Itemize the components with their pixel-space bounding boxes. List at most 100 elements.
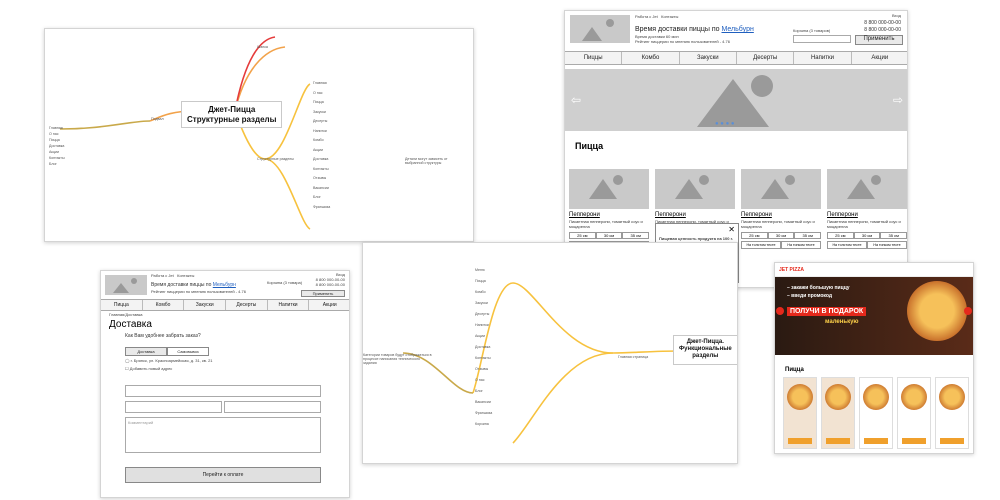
menu-item[interactable]: Напитки <box>268 300 310 310</box>
size-option[interactable]: 35 см <box>622 232 650 239</box>
pizza-image <box>787 384 813 410</box>
cart-link[interactable]: Корзина (3 товаров) <box>793 28 830 33</box>
apply-button[interactable]: Применить <box>301 290 345 297</box>
menu-item[interactable]: Комбо <box>622 52 680 64</box>
add-address-label: Добавить новый адрес <box>129 366 173 371</box>
crust-option[interactable]: На тонком тесте <box>781 241 821 249</box>
product-name[interactable]: Пепперони <box>741 212 821 218</box>
order-button[interactable] <box>864 438 888 444</box>
address-field-1[interactable] <box>125 385 321 397</box>
delivery-time-title: Время доставки пиццы по <box>635 26 720 33</box>
menu-item[interactable]: Акции <box>852 52 907 64</box>
section-leaf: Вакансии <box>313 185 329 190</box>
size-option[interactable]: 25 см <box>827 232 854 239</box>
functional-leaf: Десерты <box>475 312 490 316</box>
size-option[interactable]: 30 см <box>767 232 795 239</box>
product-desc: Пикантная пепперони, томатный соус и моц… <box>827 219 901 229</box>
promo-line1: – закажи большую пиццу <box>787 285 850 291</box>
menu-item[interactable]: Пицца <box>101 300 143 310</box>
promo-section-title: Пицца <box>785 367 804 373</box>
section-leaf: Главная <box>313 81 327 85</box>
product-image[interactable] <box>741 169 821 209</box>
functional-center-node: Джет-Пицца. Функциональные разделы <box>673 335 737 365</box>
functional-center-line2: Функциональные <box>679 346 732 353</box>
functional-leaf: Закуски <box>475 301 488 305</box>
nav-contacts-link[interactable]: Контакты <box>661 14 678 19</box>
nav-contacts-link[interactable]: Контакты <box>177 273 194 278</box>
promo-pizza-card[interactable] <box>935 377 969 449</box>
hero-next-arrow[interactable] <box>964 307 972 315</box>
product-name[interactable]: Пепперони <box>827 212 907 218</box>
promo-hero: – закажи большую пиццу – введи промокод … <box>775 277 973 355</box>
functional-leaf: Отзывы <box>475 367 489 371</box>
breadcrumb[interactable]: Главная/Доставка <box>109 312 143 317</box>
order-button[interactable] <box>788 438 812 444</box>
promo-input[interactable] <box>793 35 851 43</box>
address-field-2[interactable] <box>125 401 222 413</box>
product-name[interactable]: Пепперони <box>569 212 649 218</box>
section-leaf: Отзывы <box>313 176 327 180</box>
enter-link[interactable]: Вход <box>892 13 901 18</box>
city-link[interactable]: Мельбурн <box>213 282 236 288</box>
product-image[interactable] <box>569 169 649 209</box>
nav-work-link[interactable]: Работа с Jet <box>151 273 174 278</box>
promo-gift-sub: маленькую <box>825 319 859 325</box>
promo-line2: – введи промокод <box>787 293 833 299</box>
proceed-payment-button[interactable]: Перейти к оплате <box>125 467 321 483</box>
menu-item[interactable]: Закуски <box>680 52 737 64</box>
hero-next-arrow[interactable]: ⇨ <box>893 93 903 107</box>
crust-option[interactable]: На тонком тесте <box>867 241 907 249</box>
mindmap-center-line1: Джет-Пицца <box>208 105 256 114</box>
functional-note: Категории товаров будут отображаться в п… <box>363 353 432 365</box>
hero-banner: ⇦ ⇨ ● ● ● ● <box>565 69 907 131</box>
brand-logo[interactable]: JET PIZZA <box>779 267 804 273</box>
order-button[interactable] <box>826 438 850 444</box>
promo-site-panel: JET PIZZA – закажи большую пиццу – введи… <box>774 262 974 454</box>
hero-dots[interactable]: ● ● ● ● <box>715 121 735 127</box>
structural-note: Детали могут зависеть от выбранной струк… <box>405 157 448 165</box>
promo-gift-banner: ПОЛУЧИ В ПОДАРОК <box>787 307 867 316</box>
size-option[interactable]: 35 см <box>880 232 907 239</box>
crust-option[interactable]: На толстом тесте <box>827 241 867 249</box>
promo-pizza-card[interactable] <box>783 377 817 449</box>
menu-item[interactable]: Закуски <box>184 300 227 310</box>
promo-pizza-card[interactable] <box>821 377 855 449</box>
popup-close-icon[interactable]: ✕ <box>728 225 735 234</box>
size-option[interactable]: 30 см <box>595 232 623 239</box>
address-field-3[interactable] <box>224 401 321 413</box>
size-option[interactable]: 30 см <box>853 232 881 239</box>
cart-link[interactable]: Корзина (3 товара) <box>267 280 302 285</box>
order-button[interactable] <box>902 438 926 444</box>
menu-item[interactable]: Десерты <box>226 300 268 310</box>
order-button[interactable] <box>940 438 964 444</box>
menu-item[interactable]: Комбо <box>143 300 185 310</box>
size-option[interactable]: 25 см <box>741 232 768 239</box>
section-leaf: Франшиза <box>313 204 331 209</box>
pizza-image <box>863 384 889 410</box>
menu-item[interactable]: Акции <box>309 300 349 310</box>
size-option[interactable]: 35 см <box>794 232 822 239</box>
apply-button[interactable]: Применить <box>855 35 903 45</box>
nav-work-link[interactable]: Работа с Jet <box>635 14 658 19</box>
promo-pizza-card[interactable] <box>859 377 893 449</box>
toggle-pickup[interactable]: Самовывоз <box>167 347 209 356</box>
comment-field[interactable]: Комментарий <box>125 417 321 453</box>
size-option[interactable]: 25 см <box>569 232 596 239</box>
functional-leaf: Франшиза <box>475 411 493 415</box>
functional-leaf: О нас <box>475 378 485 382</box>
city-link[interactable]: Мельбурн <box>721 26 753 33</box>
menu-item[interactable]: Десерты <box>737 52 795 64</box>
address-radio[interactable]: ◯ <box>125 358 129 363</box>
section-leaf: Комбо <box>313 138 324 142</box>
product-image[interactable] <box>655 169 735 209</box>
crust-option[interactable]: На толстом тесте <box>741 241 781 249</box>
product-image[interactable] <box>827 169 907 209</box>
menu-item[interactable]: Пиццы <box>565 52 623 64</box>
add-address-checkbox[interactable]: ☐ <box>125 366 129 371</box>
menu-item[interactable]: Напитки <box>794 52 852 64</box>
toggle-delivery[interactable]: Доставка <box>125 347 167 356</box>
product-name[interactable]: Пепперони <box>655 212 735 218</box>
hero-prev-arrow[interactable] <box>776 307 784 315</box>
hero-prev-arrow[interactable]: ⇦ <box>571 93 581 107</box>
promo-pizza-card[interactable] <box>897 377 931 449</box>
